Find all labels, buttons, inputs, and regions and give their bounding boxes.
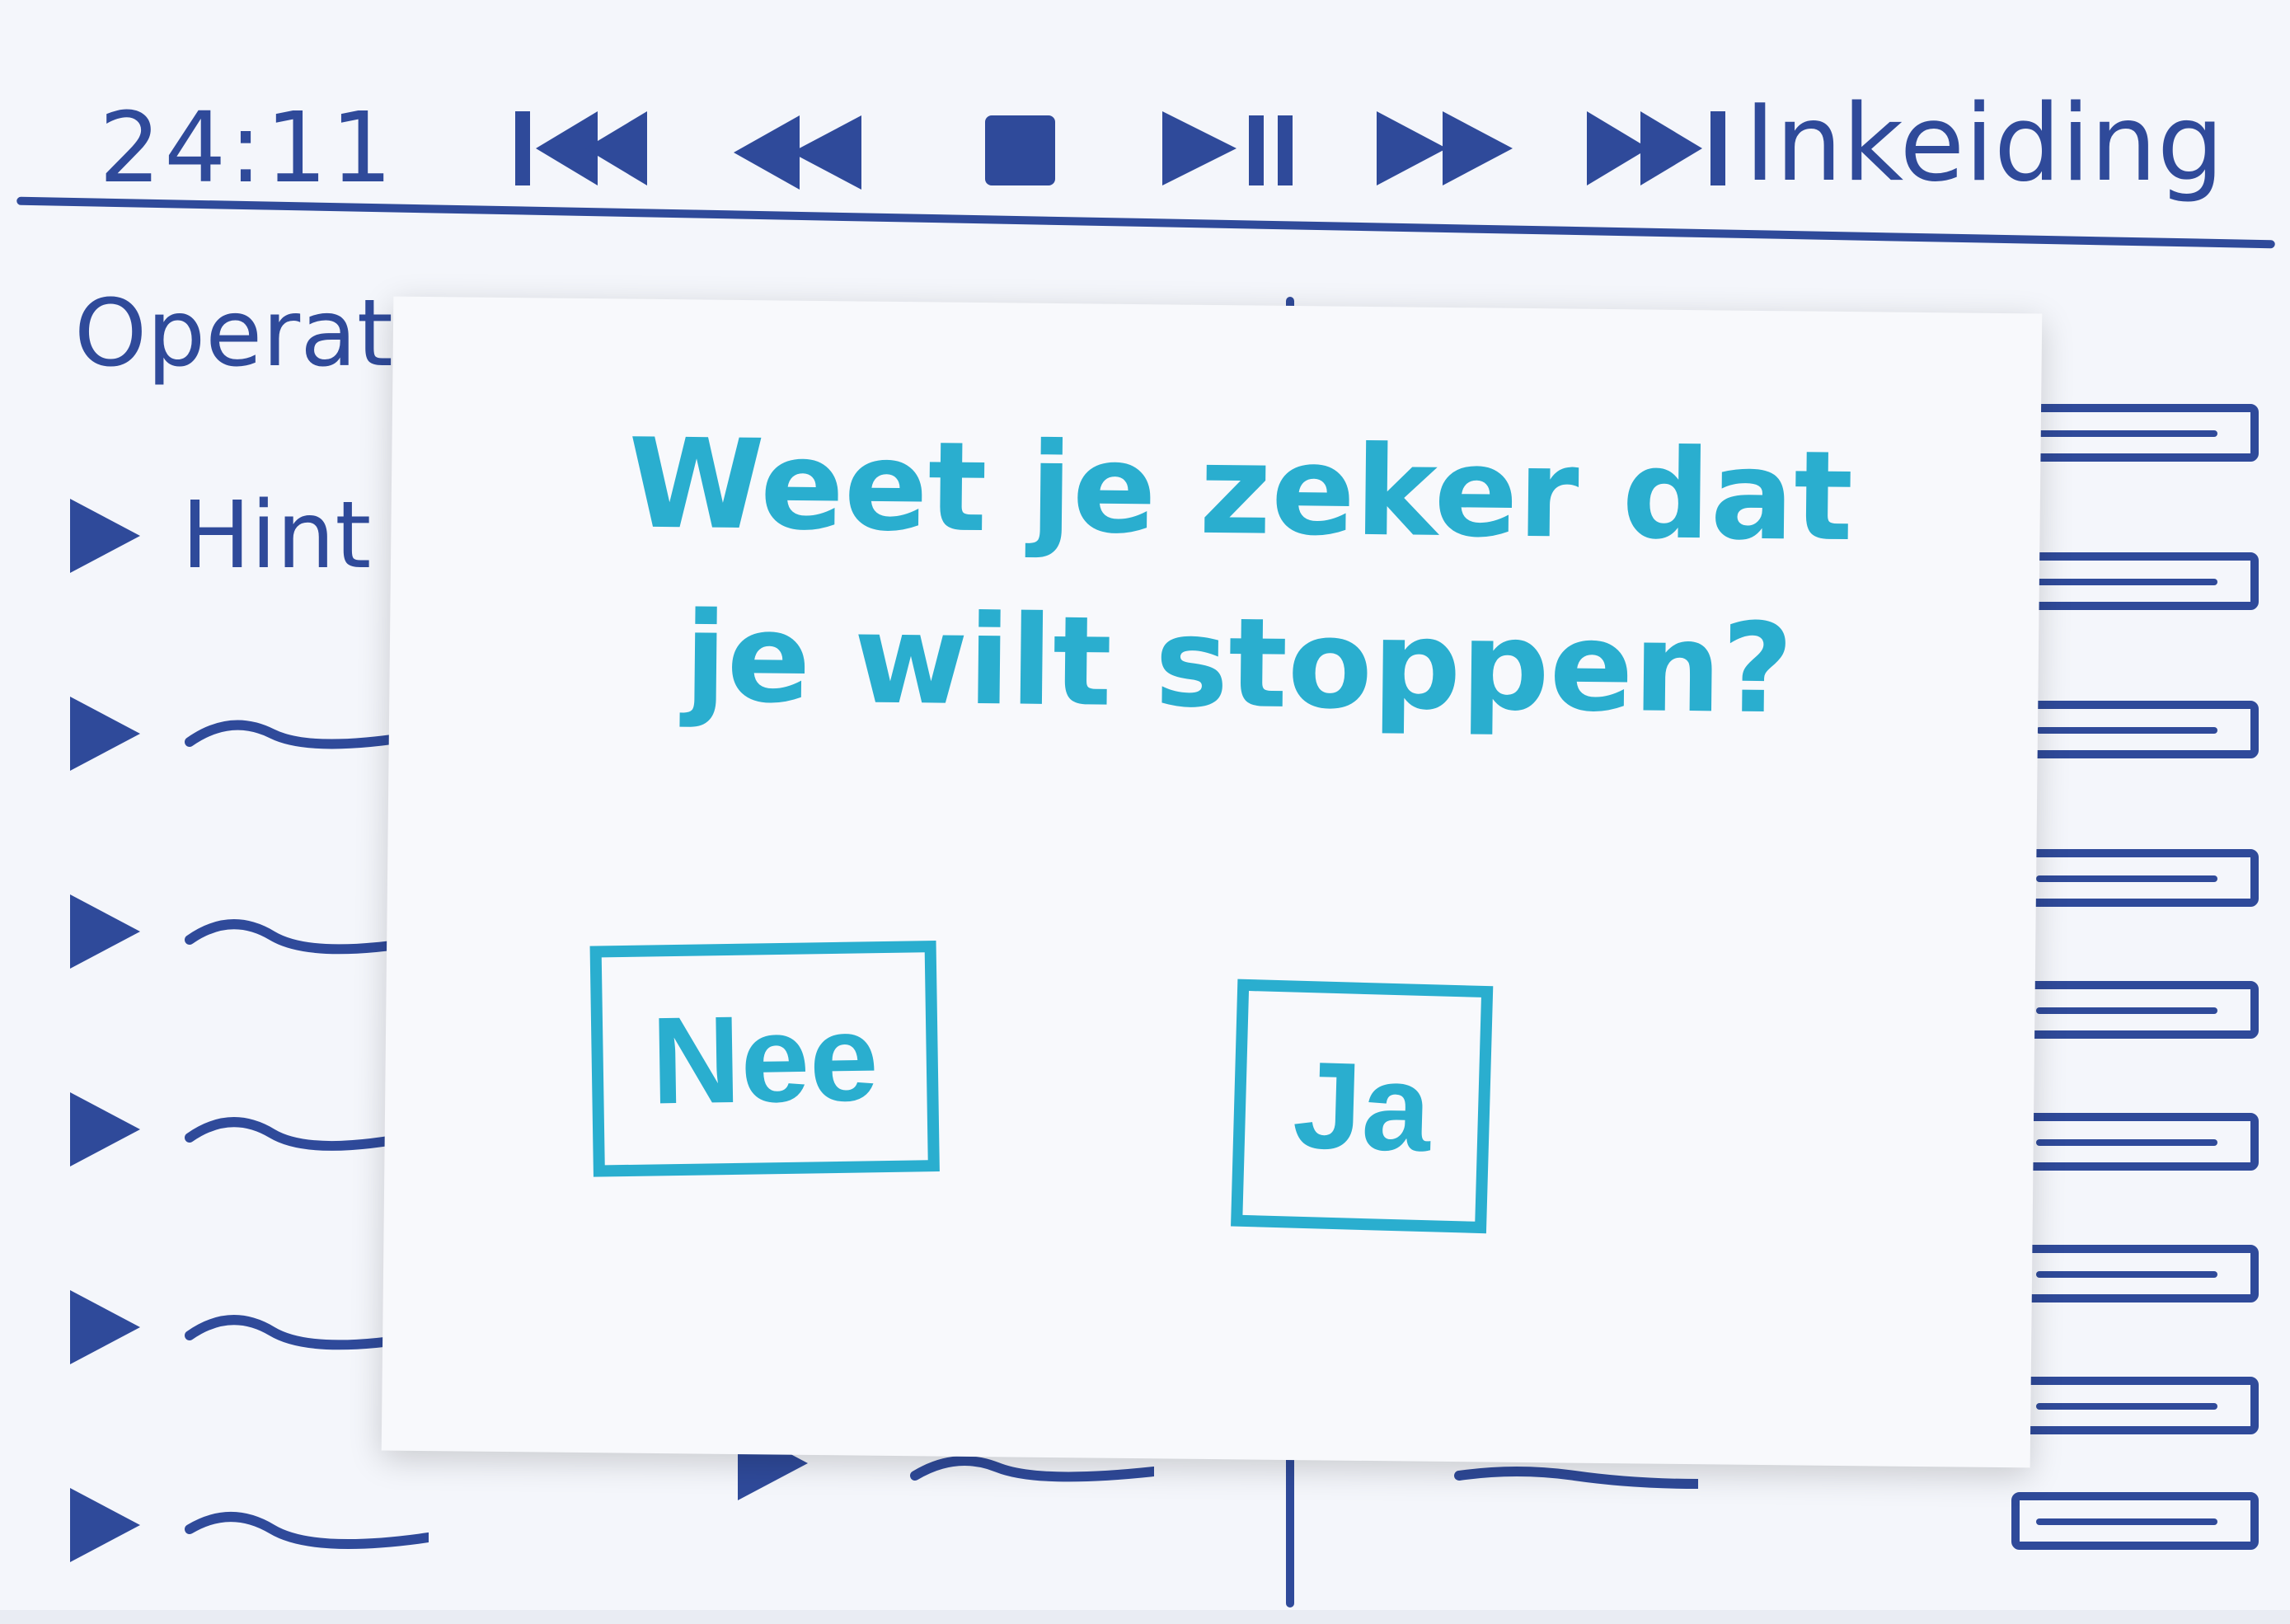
- list-bar[interactable]: [2011, 404, 2259, 462]
- list-bar[interactable]: [2011, 1492, 2259, 1550]
- list-bar[interactable]: [2011, 701, 2259, 758]
- skip-to-start-icon[interactable]: [511, 103, 668, 194]
- expand-triangle-icon: [58, 1084, 148, 1175]
- placeholder-text-line: [181, 1500, 434, 1550]
- list-item[interactable]: [58, 1426, 569, 1624]
- yes-button[interactable]: Ja: [1231, 979, 1494, 1234]
- elapsed-time: 24:11: [99, 91, 397, 204]
- playback-controls: [511, 99, 1739, 198]
- rewind-icon[interactable]: [725, 103, 882, 194]
- stop-icon[interactable]: [940, 103, 1096, 194]
- dialog-question-line2: je wilt stoppen?: [683, 586, 1795, 742]
- list-bar[interactable]: [2011, 849, 2259, 907]
- fast-forward-icon[interactable]: [1368, 103, 1525, 194]
- dialog-question-line1: Weet je zeker dat: [627, 412, 1854, 570]
- dialog-question: Weet je zeker dat je wilt stoppen?: [513, 397, 1967, 758]
- list-item-label: Hint: [181, 482, 372, 589]
- expand-triangle-icon: [58, 490, 148, 581]
- expand-triangle-icon: [58, 1282, 148, 1373]
- panel-title: Operat: [74, 280, 393, 387]
- list-bar[interactable]: [2011, 1245, 2259, 1302]
- expand-triangle-icon: [58, 886, 148, 977]
- no-button[interactable]: Nee: [589, 941, 940, 1177]
- section-title: Inkeiding: [1744, 82, 2224, 205]
- list-bar[interactable]: [2011, 981, 2259, 1039]
- list-bar[interactable]: [2011, 1113, 2259, 1171]
- confirm-stop-dialog: Weet je zeker dat je wilt stoppen? Nee J…: [381, 296, 2043, 1468]
- expand-triangle-icon: [58, 1480, 148, 1570]
- sketch-paper: 24:11 Inkeiding Operat Hint Weet je zeke…: [0, 0, 2290, 1610]
- play-pause-icon[interactable]: [1154, 103, 1311, 194]
- skip-to-end-icon[interactable]: [1583, 103, 1739, 194]
- list-bar[interactable]: [2011, 1377, 2259, 1434]
- player-toolbar: 24:11 Inkeiding: [0, 58, 2290, 223]
- expand-triangle-icon: [58, 688, 148, 779]
- list-bar[interactable]: [2011, 552, 2259, 610]
